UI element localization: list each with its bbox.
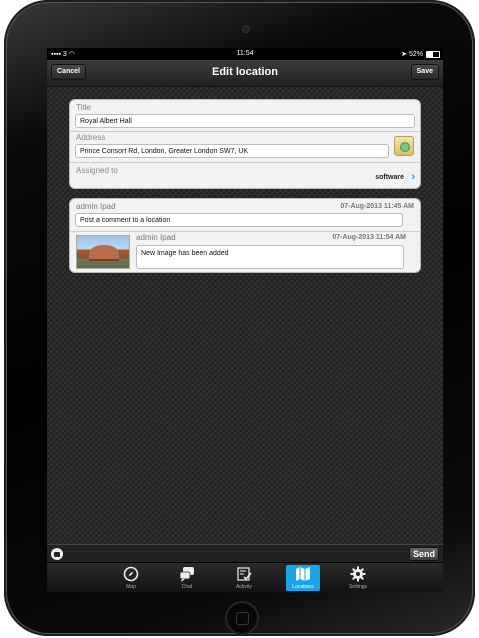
status-time: 11:54	[236, 50, 254, 57]
activity-checklist-icon	[237, 567, 252, 581]
send-button[interactable]: Send	[409, 547, 439, 561]
comment-author: admin Ipad	[136, 233, 176, 242]
title-field[interactable]: Royal Albert Hall	[75, 114, 415, 128]
location-arrow-icon: ➤	[401, 51, 408, 58]
comment-text: New Image has been added	[136, 245, 404, 269]
screen: ▪▪▪▪ 3 ◠ 11:54 ➤ 52% Cancel Edit locatio…	[47, 48, 443, 592]
tab-settings[interactable]: Settings	[341, 565, 375, 591]
divider	[70, 231, 420, 232]
tab-label: Map	[126, 584, 136, 590]
keyboard-toggle-icon[interactable]	[51, 548, 63, 560]
tab-bar: Map Chat Activity Locations Settings	[47, 562, 443, 592]
tab-map[interactable]: Map	[114, 565, 148, 591]
gear-icon	[350, 566, 366, 582]
assigned-value[interactable]: software	[375, 174, 404, 181]
battery-icon	[426, 51, 440, 58]
tab-locations[interactable]: Locations	[286, 565, 320, 591]
battery-percent: 52%	[408, 51, 423, 58]
save-button[interactable]: Save	[410, 64, 439, 80]
new-comment-timestamp: 07-Aug-2013 11:45 AM	[340, 203, 414, 210]
home-button[interactable]	[225, 601, 259, 635]
location-form-card: Title Royal Albert Hall Address Prince C…	[70, 100, 420, 188]
tab-activity[interactable]: Activity	[227, 565, 261, 591]
camera-dot	[243, 26, 249, 32]
compass-icon	[123, 566, 139, 582]
chat-bubbles-icon	[179, 567, 194, 582]
nav-bar: Cancel Edit location Save	[47, 60, 443, 87]
status-right: ➤ 52%	[401, 50, 423, 58]
chevron-right-icon[interactable]: ›	[411, 172, 415, 183]
address-field[interactable]: Prince Consort Rd, London, Greater Londo…	[75, 144, 389, 158]
tab-label: Locations	[292, 584, 314, 590]
divider	[70, 162, 420, 163]
address-label: Address	[76, 133, 106, 142]
tab-label: Activity	[236, 584, 252, 590]
map-folded-icon	[296, 567, 310, 581]
status-bar: ▪▪▪▪ 3 ◠ 11:54 ➤ 52%	[47, 48, 443, 60]
title-label: Title	[76, 103, 91, 112]
assigned-label: Assigned to	[76, 166, 118, 175]
building-dome	[89, 245, 119, 261]
comment-timestamp: 07-Aug-2013 11:54 AM	[332, 234, 406, 241]
page-title: Edit location	[212, 66, 278, 78]
divider	[70, 131, 420, 132]
map-pin-button[interactable]	[394, 136, 414, 156]
map-pin-icon	[400, 142, 410, 152]
location-photo-thumbnail[interactable]	[76, 235, 130, 269]
tab-label: Chat	[181, 584, 193, 590]
tab-chat[interactable]: Chat	[170, 565, 204, 591]
comments-card: admin Ipad 07-Aug-2013 11:45 AM Post a c…	[70, 199, 420, 272]
message-input-bar: Send	[47, 544, 443, 563]
post-comment-input[interactable]: Post a comment to a location	[75, 213, 403, 227]
home-square-icon	[236, 612, 249, 625]
new-comment-author: admin Ipad	[76, 202, 116, 211]
tab-label: Settings	[348, 584, 368, 590]
